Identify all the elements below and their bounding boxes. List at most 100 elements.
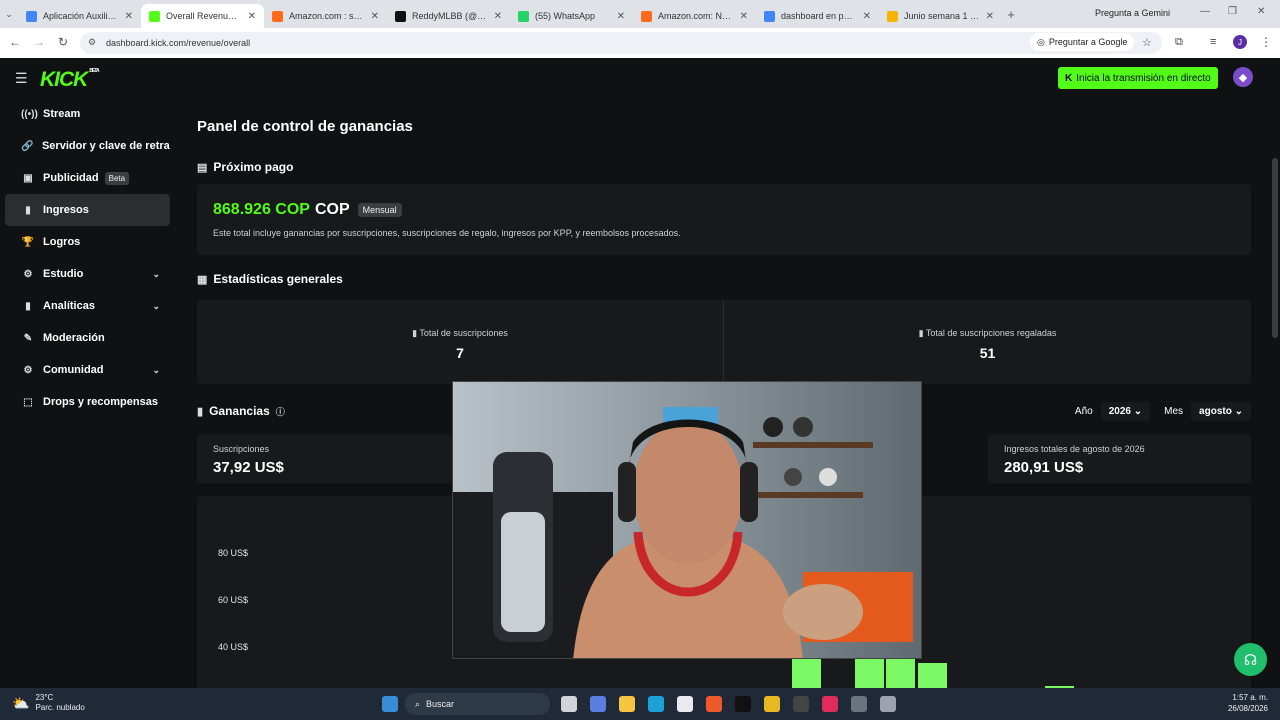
file-explorer-icon[interactable]	[619, 696, 635, 712]
earnings-filters: Año 2026 ⌄ Mes agosto ⌄	[1075, 402, 1251, 421]
chevron-down-icon: ⌄	[152, 364, 160, 375]
subs-earnings-value: 37,92 US$	[213, 459, 284, 476]
weather-temp: 23°C	[35, 693, 54, 702]
sidebar-item-icon: ▮	[25, 204, 31, 216]
new-tab-button[interactable]: +	[1002, 7, 1020, 22]
month-label: Mes	[1164, 406, 1184, 417]
browser-tab[interactable]: Junio semana 1 - Go ✕	[879, 4, 1002, 28]
bar-chart-icon: ▮	[918, 328, 926, 338]
user-avatar[interactable]: ◆	[1233, 67, 1253, 87]
tiktok-icon[interactable]	[735, 696, 751, 712]
gifted-stat-value: 51	[979, 345, 996, 361]
payment-amount: 868.926 COP COP Mensual	[213, 201, 402, 219]
headset-icon: ☊	[1243, 651, 1258, 669]
sidebar-item-label: Comunidad	[43, 364, 104, 376]
browser-menu-icon[interactable]: ⋮	[1260, 35, 1272, 49]
search-label: Buscar	[426, 699, 455, 709]
kick-logo[interactable]: KICK BETA	[40, 68, 100, 92]
sidebar-item[interactable]: ▮ Ingresos	[5, 194, 170, 226]
help-chat-button[interactable]: ☊	[1234, 643, 1267, 676]
earnings-heading: ▮ Ganancias ⓘ	[197, 404, 285, 418]
sidebar-item[interactable]: ▣ Publicidad Beta	[5, 162, 170, 194]
year-select[interactable]: 2026 ⌄	[1100, 402, 1151, 421]
taskbar-clock[interactable]: 1:57 a. m. 26/08/2026	[1228, 692, 1268, 714]
stats-card: ▮ Total de suscripciones 7 ▮ Total de su…	[197, 300, 1251, 384]
browser-tab[interactable]: Amazon.com: NEEWE ✕	[633, 4, 756, 28]
sidebar-item[interactable]: ⬚ Drops y recompensas	[5, 386, 170, 418]
sidebar-item[interactable]: 🏆 Logros	[5, 226, 170, 258]
brave-icon[interactable]	[706, 696, 722, 712]
close-window-icon[interactable]: ✕	[1257, 6, 1265, 17]
tab-close-icon[interactable]: ✕	[248, 11, 256, 22]
start-icon[interactable]	[382, 696, 398, 712]
chart-bar	[886, 656, 915, 688]
extensions-icon[interactable]: ⧉	[1175, 36, 1183, 49]
tab-close-icon[interactable]: ✕	[371, 11, 379, 22]
page-scrollbar[interactable]	[1272, 158, 1278, 338]
browser-tab[interactable]: Aplicación Auxiliar Da ✕	[18, 4, 141, 28]
edge-icon[interactable]	[648, 696, 664, 712]
gemini-button[interactable]: Pregunta a Gemini	[1095, 8, 1170, 18]
url-bar[interactable]: ⚙ dashboard.kick.com/revenue/overall	[80, 32, 1162, 54]
calculator-icon[interactable]	[851, 696, 867, 712]
tab-favicon-icon	[641, 10, 652, 22]
ask-google-button[interactable]: ◎ Preguntar a Google	[1030, 33, 1135, 51]
sidebar-item-label: Logros	[43, 236, 81, 248]
sidebar-item-icon: ✎	[23, 332, 33, 344]
sidebar-item-label: Drops y recompensas	[43, 396, 158, 408]
taskbar-search[interactable]: ⌕ Buscar	[405, 693, 550, 715]
tab-close-icon[interactable]: ✕	[494, 11, 502, 22]
media-controls-icon[interactable]: ≡	[1210, 36, 1216, 48]
profile-avatar[interactable]: J	[1233, 35, 1247, 49]
weather-widget[interactable]: ⛅ 23°C Parc. nublado	[12, 693, 85, 713]
copilot-icon[interactable]	[590, 696, 606, 712]
store-icon[interactable]	[677, 696, 693, 712]
sidebar-item-icon: ⚙	[23, 364, 33, 376]
settings-icon[interactable]	[880, 696, 896, 712]
bookmark-star-icon[interactable]: ☆	[1142, 36, 1152, 49]
task-view-icon[interactable]	[561, 696, 577, 712]
browser-tab[interactable]: Amazon.com : sony a ✕	[264, 4, 387, 28]
forward-icon[interactable]: →	[28, 35, 50, 49]
sidebar-item[interactable]: ⚙ Comunidad ⌄	[5, 354, 170, 386]
tab-list-chevron-icon[interactable]: ⌄	[0, 9, 18, 20]
tab-close-icon[interactable]: ✕	[617, 11, 625, 22]
sidebar-item[interactable]: ✎ Moderación	[5, 322, 170, 354]
tab-label: Overall Revenue - Kick	[166, 11, 242, 21]
total-earnings-value: 280,91 US$	[1004, 459, 1084, 476]
chevron-down-icon: ⌄	[152, 268, 160, 279]
tab-close-icon[interactable]: ✕	[125, 11, 133, 22]
tiktok-live-icon[interactable]	[822, 696, 838, 712]
info-icon[interactable]: ⓘ	[276, 405, 285, 418]
tab-label: dashboard en power	[781, 11, 857, 21]
tab-close-icon[interactable]: ✕	[863, 11, 871, 22]
chrome-icon[interactable]	[764, 696, 780, 712]
stats-heading: ▦ Estadísticas generales	[197, 272, 343, 286]
menu-icon[interactable]: ☰	[15, 70, 28, 87]
reload-icon[interactable]: ↻	[52, 35, 74, 49]
next-payment-title: Próximo pago	[213, 160, 294, 174]
browser-tab[interactable]: dashboard en power ✕	[756, 4, 879, 28]
restore-icon[interactable]: ❐	[1228, 6, 1237, 17]
sidebar-item[interactable]: ((•)) Stream	[5, 98, 170, 130]
earnings-title: Ganancias	[209, 404, 270, 418]
sidebar-item-icon: ⬚	[23, 396, 33, 408]
sidebar-item[interactable]: ⚙ Estudio ⌄	[5, 258, 170, 290]
browser-tab[interactable]: ReddyMLBB (@redd ✕	[387, 4, 510, 28]
month-select[interactable]: agosto ⌄	[1191, 402, 1251, 421]
browser-tab[interactable]: Overall Revenue - Kick ✕	[141, 4, 264, 28]
go-live-button[interactable]: K Inicia la transmisión en directo	[1058, 67, 1218, 89]
tab-close-icon[interactable]: ✕	[740, 11, 748, 22]
site-info-icon[interactable]: ⚙	[88, 37, 96, 48]
sidebar-item-label: Stream	[43, 108, 81, 120]
browser-tab[interactable]: (55) WhatsApp ✕	[510, 4, 633, 28]
sidebar-item[interactable]: ▮ Analíticas ⌄	[5, 290, 170, 322]
sidebar-item[interactable]: 🔗 Servidor y clave de retran:	[5, 130, 170, 162]
sidebar: ((•)) Stream 🔗 Servidor y clave de retran: ▣…	[0, 98, 176, 418]
obs-icon[interactable]	[793, 696, 809, 712]
back-icon[interactable]: ←	[4, 35, 26, 49]
minimize-icon[interactable]: —	[1200, 6, 1210, 17]
tab-close-icon[interactable]: ✕	[986, 11, 994, 22]
subs-stat-value: 7	[456, 345, 464, 361]
page-title: Panel de control de ganancias	[197, 118, 413, 135]
